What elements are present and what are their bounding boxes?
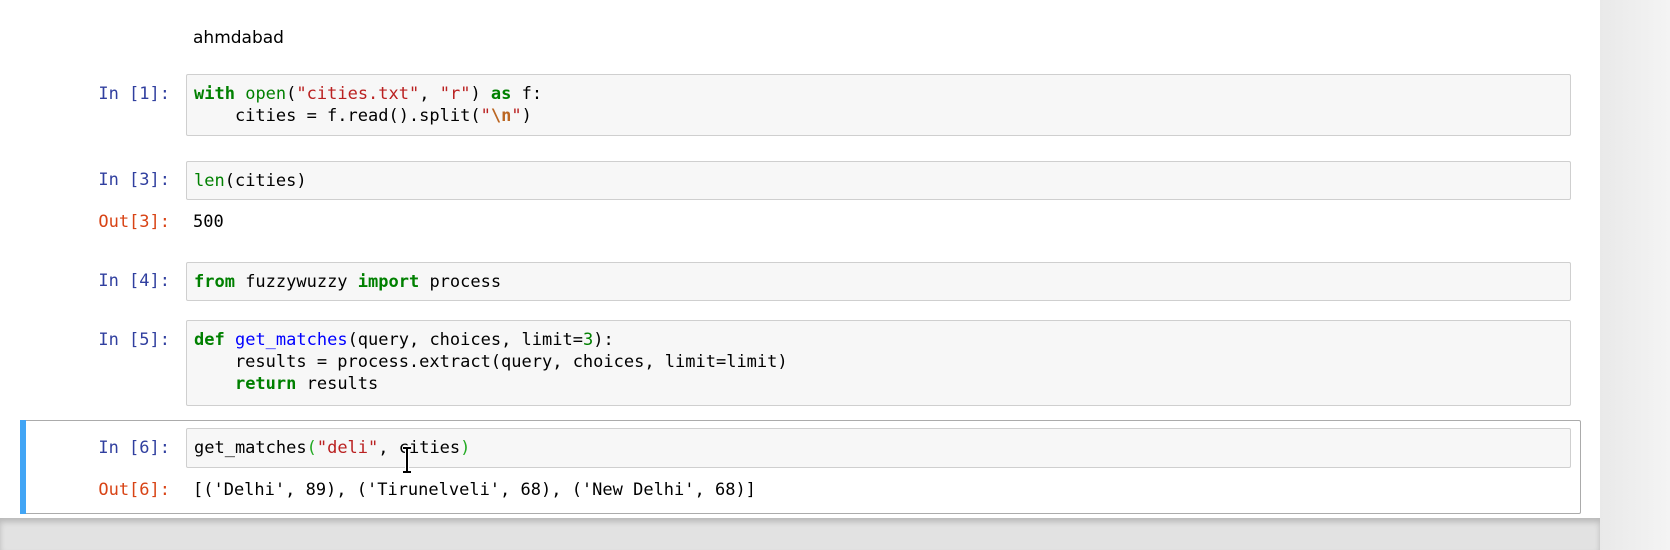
input-prompt: In [5]: (98, 330, 170, 350)
code-input-area[interactable]: with open("cities.txt", "r") as f: citie… (186, 74, 1571, 136)
output-prompt: Out[3]: (98, 212, 170, 232)
input-prompt: In [4]: (98, 271, 170, 291)
code-input-area[interactable]: from fuzzywuzzy import process (186, 262, 1571, 301)
code-input-area[interactable]: get_matches("deli", cities) (186, 428, 1571, 468)
code-input-area[interactable]: def get_matches(query, choices, limit=3)… (186, 320, 1571, 406)
code-input-area[interactable]: len(cities) (186, 161, 1571, 200)
text-cursor-icon (403, 446, 411, 474)
code-text[interactable]: with open("cities.txt", "r") as f: citie… (194, 83, 542, 127)
cell-output: 500 (193, 212, 224, 232)
scrollbar-track[interactable] (1600, 0, 1670, 550)
code-text[interactable]: from fuzzywuzzy import process (194, 271, 501, 293)
cell-output: [('Delhi', 89), ('Tirunelveli', 68), ('N… (193, 480, 756, 500)
code-text[interactable]: def get_matches(query, choices, limit=3)… (194, 329, 788, 395)
code-text[interactable]: get_matches("deli", cities) (194, 437, 470, 459)
input-prompt: In [6]: (98, 438, 170, 458)
markdown-output: ahmdabad (193, 28, 284, 48)
code-text[interactable]: len(cities) (194, 170, 307, 192)
output-prompt: Out[6]: (98, 480, 170, 500)
input-prompt: In [3]: (98, 170, 170, 190)
notebook-container: ahmdabad In [1]: with open("cities.txt",… (0, 0, 1600, 518)
input-prompt: In [1]: (98, 84, 170, 104)
bottom-panel-edge (0, 518, 1600, 550)
